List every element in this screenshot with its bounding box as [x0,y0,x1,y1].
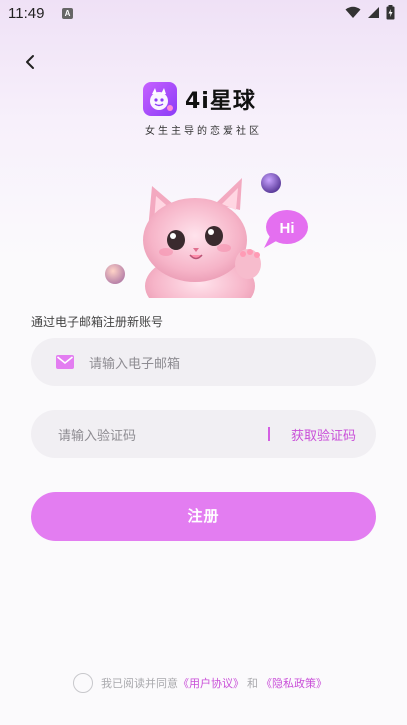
code-placeholder: 请输入验证码 [58,429,137,444]
battery-icon [386,5,395,20]
hi-speech-bubble: Hi [264,210,308,248]
code-divider [268,427,270,441]
agreement-row: 我已阅读并同意 《用户协议》 和 《隐私政策》 [73,673,327,693]
status-time: 11:49 [8,5,45,22]
status-bar: 11:49 A [0,0,407,28]
notification-app-icon: A [62,8,73,19]
logo-text: 4i星球 [185,89,256,114]
app-logo: 4i星球 [143,82,256,116]
logo-tagline: 女生主导的恋爱社区 [145,126,262,137]
register-button[interactable]: 注册 [31,492,376,541]
privacy-policy-link[interactable]: 《隐私政策》 [261,675,327,691]
planet-bottom-left [105,264,125,284]
back-arrow-icon [26,55,34,69]
agreement-prefix: 我已阅读并同意 [101,677,178,690]
planet-top-right [261,173,281,193]
agreement-and: 和 [247,677,258,690]
hi-bubble-text: Hi [280,220,295,237]
hero-cat-illustration: Hi [100,168,315,318]
signal-icon [368,7,379,18]
agreement-checkbox[interactable] [73,673,93,693]
mail-icon [56,355,74,369]
email-input[interactable]: 请输入电子邮箱 [31,338,376,386]
user-agreement-link[interactable]: 《用户协议》 [178,675,244,691]
register-section-label: 通过电子邮箱注册新账号 [31,315,164,329]
status-icons [345,5,395,20]
back-button[interactable] [18,50,42,74]
logo-mark-icon [143,82,177,116]
verification-code-input[interactable]: 请输入验证码 获取验证码 [31,410,376,458]
wifi-icon [345,6,361,18]
email-placeholder: 请输入电子邮箱 [89,357,181,372]
get-code-button[interactable]: 获取验证码 [291,425,356,444]
